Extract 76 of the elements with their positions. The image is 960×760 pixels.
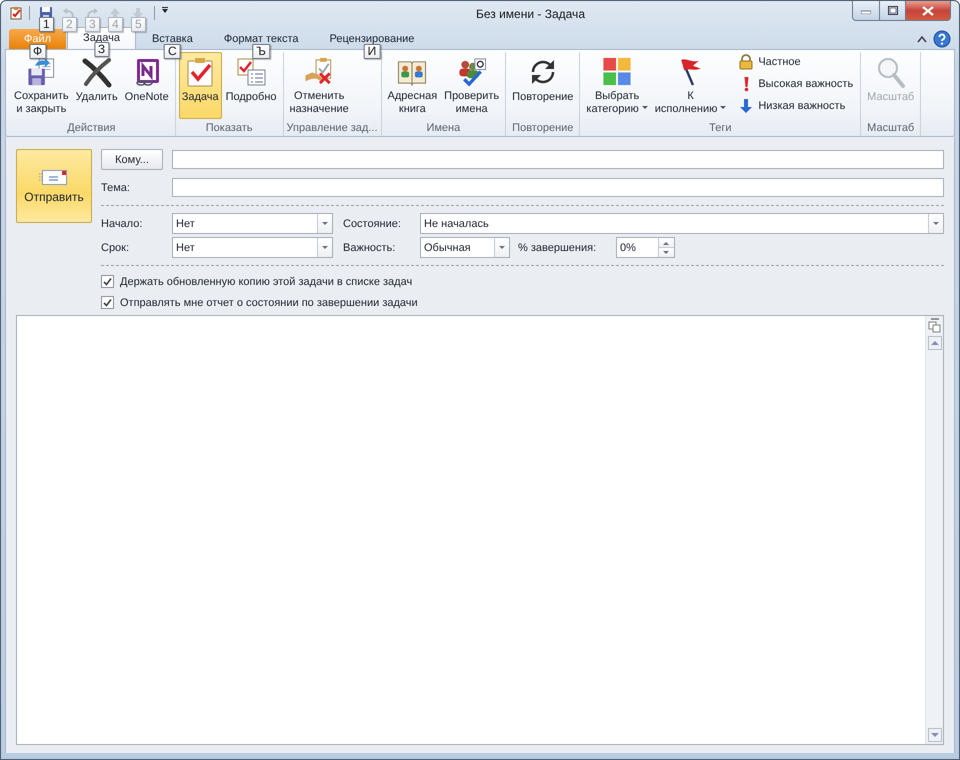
maximize-button[interactable] <box>880 1 906 21</box>
scroll-down-icon <box>928 728 942 742</box>
message-body-field[interactable] <box>16 315 944 745</box>
ribbon-button[interactable]: Выбрать категорию <box>583 52 651 119</box>
down-arrow-icon <box>738 98 754 114</box>
group-label: Показать <box>204 121 254 136</box>
maximize-icon <box>888 6 898 15</box>
dropdown-field[interactable]: Не началась <box>420 213 944 234</box>
minimize-icon <box>861 8 871 14</box>
field-label: Срок: <box>101 242 130 254</box>
group-label: Управление зад... <box>286 121 378 136</box>
dropdown-field[interactable]: Нет <box>172 213 333 234</box>
keytip: З <box>94 42 110 57</box>
group-label: Имена <box>425 121 462 136</box>
undo-arrow-icon <box>62 6 76 20</box>
clipboard-check-icon <box>9 6 23 20</box>
ribbon-button[interactable]: Отменить назначение <box>286 52 352 119</box>
keytip: Ф <box>28 44 46 59</box>
field-label: Важность: <box>343 242 396 254</box>
ribbon-button[interactable]: Частное <box>734 52 858 72</box>
collapse-caret-icon <box>917 35 927 43</box>
checklist-icon <box>235 56 268 88</box>
ribbon-button[interactable]: Повторение <box>509 52 576 119</box>
ribbon-button[interactable]: К исполнению <box>652 52 730 119</box>
keytip: 2 <box>62 17 77 32</box>
checkbox-label: Держать обновленную копию этой задачи в списке задач <box>120 276 412 288</box>
subject-field[interactable] <box>172 178 944 197</box>
to-button[interactable]: Кому... <box>101 149 163 170</box>
spin-field[interactable]: 0% <box>616 237 675 258</box>
ruler-toggle-icon <box>928 318 942 334</box>
redo-arrow-icon <box>85 6 99 20</box>
field-label: Тема: <box>101 182 131 194</box>
group-label: Действия <box>66 121 116 136</box>
keytip: 4 <box>108 17 123 32</box>
minimize-button[interactable] <box>852 1 880 21</box>
dropdown-field[interactable]: Нет <box>172 237 333 258</box>
down-arrow-icon <box>131 6 145 20</box>
group-label: Теги <box>708 121 732 136</box>
checkbox[interactable] <box>101 275 114 288</box>
envelope-icon <box>39 168 69 186</box>
ribbon-button[interactable]: Проверить имена <box>441 52 502 119</box>
spin-down-button[interactable] <box>659 247 674 257</box>
close-button[interactable] <box>906 1 951 21</box>
spin-up-button[interactable] <box>659 238 674 247</box>
group-label: Масштаб <box>866 121 916 136</box>
keytip: 1 <box>39 17 54 32</box>
window-title: Без имени - Задача <box>474 6 586 21</box>
recipient-field[interactable] <box>172 150 944 169</box>
field-label: % завершения: <box>518 242 598 254</box>
check-icon <box>103 298 112 307</box>
cross-icon <box>80 56 113 88</box>
keytip: И <box>364 44 380 59</box>
group-label: Повторение <box>511 121 574 136</box>
scrollbar[interactable] <box>925 316 943 744</box>
send-button[interactable]: Отправить <box>16 149 92 223</box>
field-label: Начало: <box>101 218 144 230</box>
lock-icon <box>738 54 754 70</box>
keytip: 3 <box>85 17 100 32</box>
exclamation-icon <box>744 76 750 92</box>
dropdown-field[interactable]: Обычная <box>420 237 510 258</box>
keytip: С <box>164 44 181 59</box>
ribbon-button[interactable]: Высокая важность <box>734 74 858 94</box>
color-squares-icon <box>601 56 634 87</box>
keytip: Ъ <box>252 44 270 59</box>
close-icon <box>922 6 934 16</box>
keytip: 5 <box>131 17 146 32</box>
ribbon-button[interactable]: Задача <box>178 52 222 119</box>
field-label: Состояние: <box>343 218 402 230</box>
check-icon <box>103 277 112 286</box>
checkbox-label: Отправлять мне отчет о состоянии по завершении задачи <box>120 296 418 308</box>
customize-arrow-icon <box>161 6 169 14</box>
help-icon <box>933 30 951 48</box>
ribbon-button[interactable]: Адресная книга <box>384 52 440 119</box>
scroll-up-icon <box>928 336 942 350</box>
checkbox[interactable] <box>101 296 114 309</box>
ribbon-button[interactable]: Низкая важность <box>734 96 858 116</box>
